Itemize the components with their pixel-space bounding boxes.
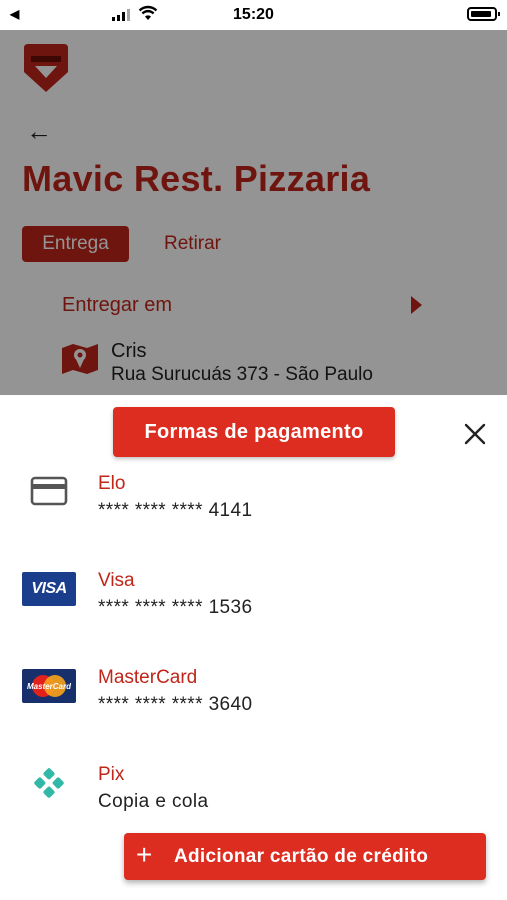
credit-card-icon (30, 476, 68, 506)
payment-method-elo[interactable]: Elo **** **** **** 4141 (0, 473, 507, 535)
plus-icon: + (136, 839, 153, 870)
battery-icon (467, 7, 500, 21)
payment-method-mastercard[interactable]: MasterCard MasterCard **** **** **** 364… (0, 667, 507, 729)
pix-icon (34, 768, 64, 798)
mastercard-icon-text: MasterCard (27, 682, 72, 691)
payment-method-detail: **** **** **** 4141 (98, 500, 253, 521)
close-icon[interactable] (460, 419, 490, 449)
sheet-title: Formas de pagamento (113, 407, 395, 457)
add-credit-card-label: Adicionar cartão de crédito (174, 846, 429, 867)
add-credit-card-button[interactable]: + Adicionar cartão de crédito (124, 833, 486, 880)
payment-method-name: Visa (98, 570, 135, 591)
payment-method-detail: **** **** **** 1536 (98, 597, 253, 618)
payment-sheet: Formas de pagamento Elo **** **** **** 4… (0, 395, 507, 900)
payment-method-name: Elo (98, 473, 126, 494)
payment-method-detail: Copia e cola (98, 791, 209, 812)
payment-method-detail: **** **** **** 3640 (98, 694, 253, 715)
visa-icon: VISA (22, 572, 76, 606)
payment-method-name: Pix (98, 764, 125, 785)
payment-method-pix[interactable]: Pix Copia e cola (0, 764, 507, 826)
payment-method-visa[interactable]: VISA Visa **** **** **** 1536 (0, 570, 507, 632)
payment-method-name: MasterCard (98, 667, 198, 688)
visa-icon-text: VISA (31, 580, 67, 597)
status-time: 15:20 (233, 6, 274, 23)
status-bar: ◀ 15:20 (0, 0, 507, 30)
mastercard-icon: MasterCard (22, 669, 76, 703)
modal-overlay[interactable] (0, 30, 507, 395)
